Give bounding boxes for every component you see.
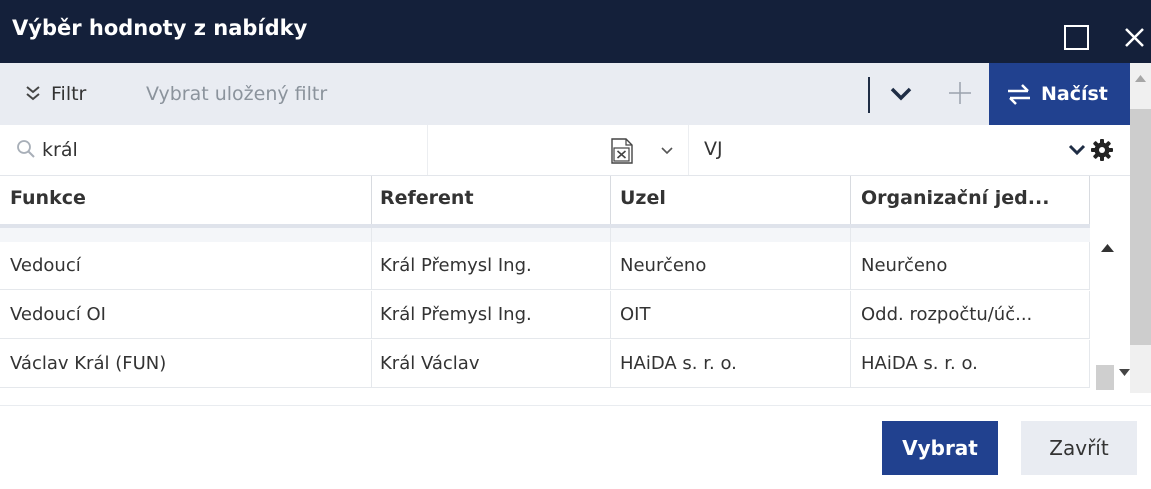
plus-icon: [949, 82, 971, 104]
column-divider[interactable]: [850, 176, 851, 225]
table-row[interactable]: Vedoucí OI Král Přemysl Ing. OIT Odd. ro…: [0, 291, 1090, 339]
chevron-down-icon[interactable]: [661, 147, 673, 155]
table-row[interactable]: Vedoucí Král Přemysl Ing. Neurčeno Neurč…: [0, 242, 1090, 290]
cell-funkce: Vedoucí: [10, 255, 81, 276]
column-divider[interactable]: [610, 176, 611, 225]
dialog-titlebar: Výběr hodnoty z nabídky: [0, 0, 1151, 63]
scroll-up-icon[interactable]: [1135, 75, 1146, 82]
close-icon[interactable]: [1118, 21, 1151, 54]
gear-icon[interactable]: [1091, 139, 1113, 161]
grid-header-filler: [1090, 175, 1130, 224]
cell-funkce: Václav Král (FUN): [10, 353, 167, 374]
grid-scrolled-row: [0, 224, 1090, 242]
grid-scrollbar[interactable]: [1092, 224, 1130, 391]
divider: [688, 125, 689, 175]
double-chevron-down-icon: [26, 85, 40, 101]
grid-scrollbar-thumb[interactable]: [1096, 365, 1114, 390]
refresh-icon: [1008, 84, 1030, 105]
scrollbar-thumb[interactable]: [1130, 109, 1151, 345]
scroll-up-icon[interactable]: [1101, 244, 1114, 252]
search-toolbar: VJ: [0, 125, 1130, 175]
cell-referent: Král Václav: [380, 353, 480, 374]
add-filter-button[interactable]: [934, 63, 986, 125]
cell-funkce: Vedoucí OI: [10, 304, 106, 325]
table-row[interactable]: Václav Král (FUN) Král Václav HAiDA s. r…: [0, 340, 1090, 388]
unit-select-value[interactable]: VJ: [704, 138, 723, 160]
dialog-title: Výběr hodnoty z nabídky: [12, 16, 308, 40]
cell-uzel: Neurčeno: [620, 255, 707, 276]
saved-filter-select[interactable]: Vybrat uložený filtr: [129, 63, 864, 125]
column-header-organizacni-jednotka[interactable]: Organizační jed...: [861, 187, 1049, 209]
cell-referent: Král Přemysl Ing.: [380, 255, 532, 276]
cell-uzel: OIT: [620, 304, 651, 325]
column-header-referent[interactable]: Referent: [380, 187, 474, 209]
cell-organizacni-jednotka: HAiDA s. r. o.: [861, 353, 978, 374]
dialog-scrollbar[interactable]: [1130, 63, 1151, 393]
chevron-down-icon: [890, 87, 912, 101]
search-icon: [17, 140, 35, 158]
cell-organizacni-jednotka: Neurčeno: [861, 255, 948, 276]
filter-label: Filtr: [51, 83, 87, 105]
close-button[interactable]: Zavřít: [1021, 421, 1137, 475]
saved-filter-placeholder: Vybrat uložený filtr: [146, 83, 328, 105]
cell-organizacni-jednotka: Odd. rozpočtu/úč...: [861, 304, 1033, 325]
select-button[interactable]: Vybrat: [882, 421, 998, 475]
cell-referent: Král Přemysl Ing.: [380, 304, 532, 325]
filter-bar: Filtr Vybrat uložený filtr Načíst: [0, 63, 1130, 125]
divider: [427, 125, 428, 175]
load-button[interactable]: Načíst: [989, 63, 1130, 125]
search-input[interactable]: [42, 133, 422, 167]
maximize-icon[interactable]: [1064, 25, 1089, 50]
column-divider[interactable]: [371, 176, 372, 225]
column-header-uzel[interactable]: Uzel: [620, 187, 666, 209]
column-header-funkce[interactable]: Funkce: [10, 187, 86, 209]
grid-header: Funkce Referent Uzel Organizační jed...: [0, 175, 1090, 225]
chevron-down-icon[interactable]: [1068, 144, 1086, 156]
load-label: Načíst: [1041, 83, 1108, 105]
saved-filter-dropdown[interactable]: [868, 77, 932, 113]
excel-export-icon[interactable]: [611, 138, 633, 164]
cell-uzel: HAiDA s. r. o.: [620, 353, 737, 374]
scroll-down-icon[interactable]: [1119, 369, 1130, 376]
filter-toggle-button[interactable]: Filtr: [0, 63, 129, 125]
dialog-footer: Vybrat Zavřít: [0, 405, 1151, 489]
